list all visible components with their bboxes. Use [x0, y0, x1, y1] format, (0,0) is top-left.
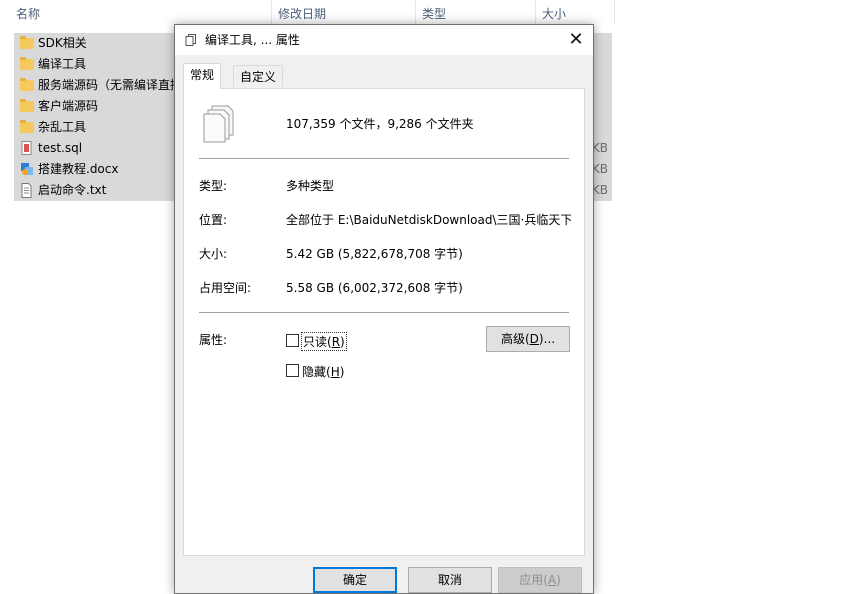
- multiple-files-icon: [185, 34, 197, 46]
- ok-button[interactable]: 确定: [313, 567, 397, 593]
- hidden-label[interactable]: 隐藏(H): [302, 363, 344, 380]
- file-name: 编译工具: [38, 57, 87, 71]
- location-label: 位置:: [199, 213, 228, 227]
- file-name: 客户端源码: [38, 99, 99, 113]
- tab-panel-general: 107,359 个文件，9,286 个文件夹 类型: 多种类型 位置: 全部位于…: [183, 88, 585, 556]
- file-size: KB: [591, 141, 608, 155]
- column-header-size[interactable]: 大小: [536, 0, 614, 26]
- folder-icon: [20, 99, 34, 114]
- file-name: 杂乱工具: [38, 120, 87, 134]
- file-name: SDK相关: [38, 36, 87, 50]
- dialog-titlebar[interactable]: 编译工具, ... 属性 ✕: [175, 25, 593, 55]
- size-value: 5.42 GB (5,822,678,708 字节): [286, 247, 463, 261]
- separator: [199, 312, 569, 313]
- cancel-button[interactable]: 取消: [408, 567, 492, 593]
- multiple-files-icon: [202, 105, 236, 146]
- properties-dialog: 编译工具, ... 属性 ✕ 常规 自定义 107,359 个文件，9,286 …: [174, 24, 594, 594]
- apply-button[interactable]: 应用(A): [498, 567, 582, 593]
- folder-icon: [20, 57, 34, 72]
- tab-custom[interactable]: 自定义: [233, 65, 284, 87]
- item-count-summary: 107,359 个文件，9,286 个文件夹: [286, 117, 474, 131]
- folder-icon: [20, 120, 34, 135]
- tab-general[interactable]: 常规: [183, 63, 222, 89]
- readonly-checkbox[interactable]: [286, 334, 299, 347]
- type-value: 多种类型: [286, 179, 335, 193]
- hidden-checkbox[interactable]: [286, 364, 299, 377]
- file-size: KB: [591, 162, 608, 176]
- sql-file-icon: [20, 141, 33, 156]
- docx-file-icon: [20, 162, 33, 177]
- type-label: 类型:: [199, 179, 228, 193]
- file-size: KB: [591, 183, 608, 197]
- column-divider: [614, 0, 615, 24]
- readonly-label[interactable]: 只读(R): [301, 332, 347, 351]
- location-value: 全部位于 E:\BaiduNetdiskDownload\三国·兵临天下\: [286, 213, 571, 227]
- disk-size-value: 5.58 GB (6,002,372,608 字节): [286, 281, 463, 295]
- folder-icon: [20, 36, 34, 51]
- separator: [199, 158, 569, 159]
- dialog-title: 编译工具, ... 属性: [205, 33, 300, 47]
- folder-icon: [20, 78, 34, 93]
- file-name: 搭建教程.docx: [38, 162, 119, 176]
- column-header-type[interactable]: 类型: [416, 0, 534, 26]
- disk-size-label: 占用空间:: [199, 281, 252, 295]
- file-name: 服务端源码（无需编译直接: [38, 78, 183, 92]
- advanced-button[interactable]: 高级(D)...: [486, 326, 570, 352]
- size-label: 大小:: [199, 247, 228, 261]
- sort-ascending-icon: ^: [136, 0, 145, 7]
- attributes-label: 属性:: [199, 333, 228, 347]
- close-button[interactable]: ✕: [559, 25, 593, 55]
- txt-file-icon: [20, 183, 33, 198]
- file-name: 启动命令.txt: [38, 183, 107, 197]
- column-header-modified[interactable]: 修改日期: [272, 0, 414, 26]
- file-name: test.sql: [38, 141, 83, 155]
